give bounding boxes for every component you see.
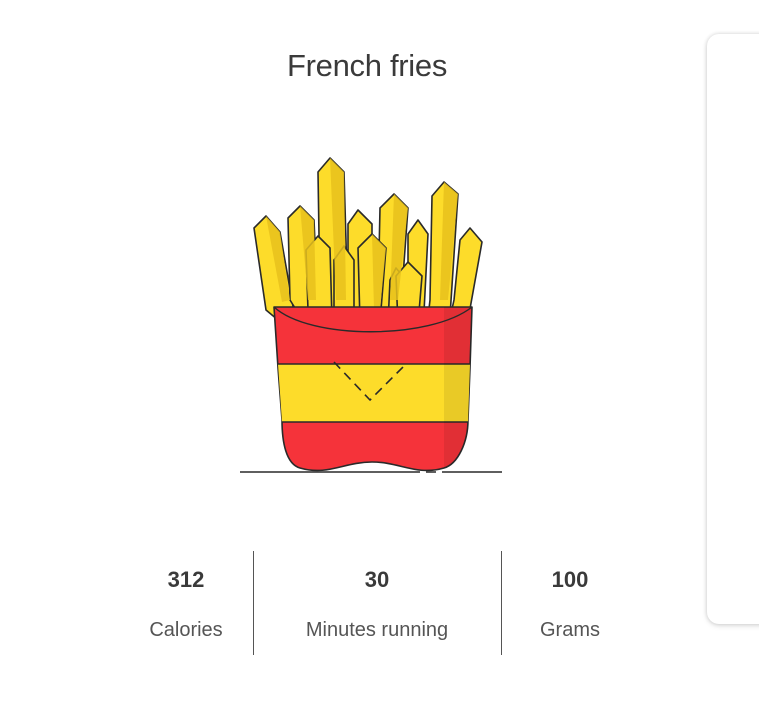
nutrition-stats: 312 Calories 30 Minutes running 100 Gram…	[120, 551, 620, 655]
divider	[501, 551, 502, 655]
stat-label: Calories	[149, 619, 223, 641]
food-title: French fries	[286, 48, 448, 83]
stat-calories: 312 Calories	[120, 551, 252, 655]
stat-value: 30	[364, 567, 390, 592]
stat-grams: 100 Grams	[510, 551, 630, 655]
stat-label: Minutes running	[305, 619, 449, 641]
stat-value: 312	[167, 567, 205, 592]
stat-label: Grams	[540, 619, 600, 641]
food-card: French fries 312 Calories 30 Minutes run…	[0, 0, 740, 704]
french-fries-icon	[240, 157, 504, 473]
french-fries-illustration	[230, 150, 520, 490]
stat-minutes-running: 30 Minutes running	[254, 551, 500, 655]
stat-value: 100	[551, 567, 589, 592]
side-panel	[707, 34, 759, 624]
